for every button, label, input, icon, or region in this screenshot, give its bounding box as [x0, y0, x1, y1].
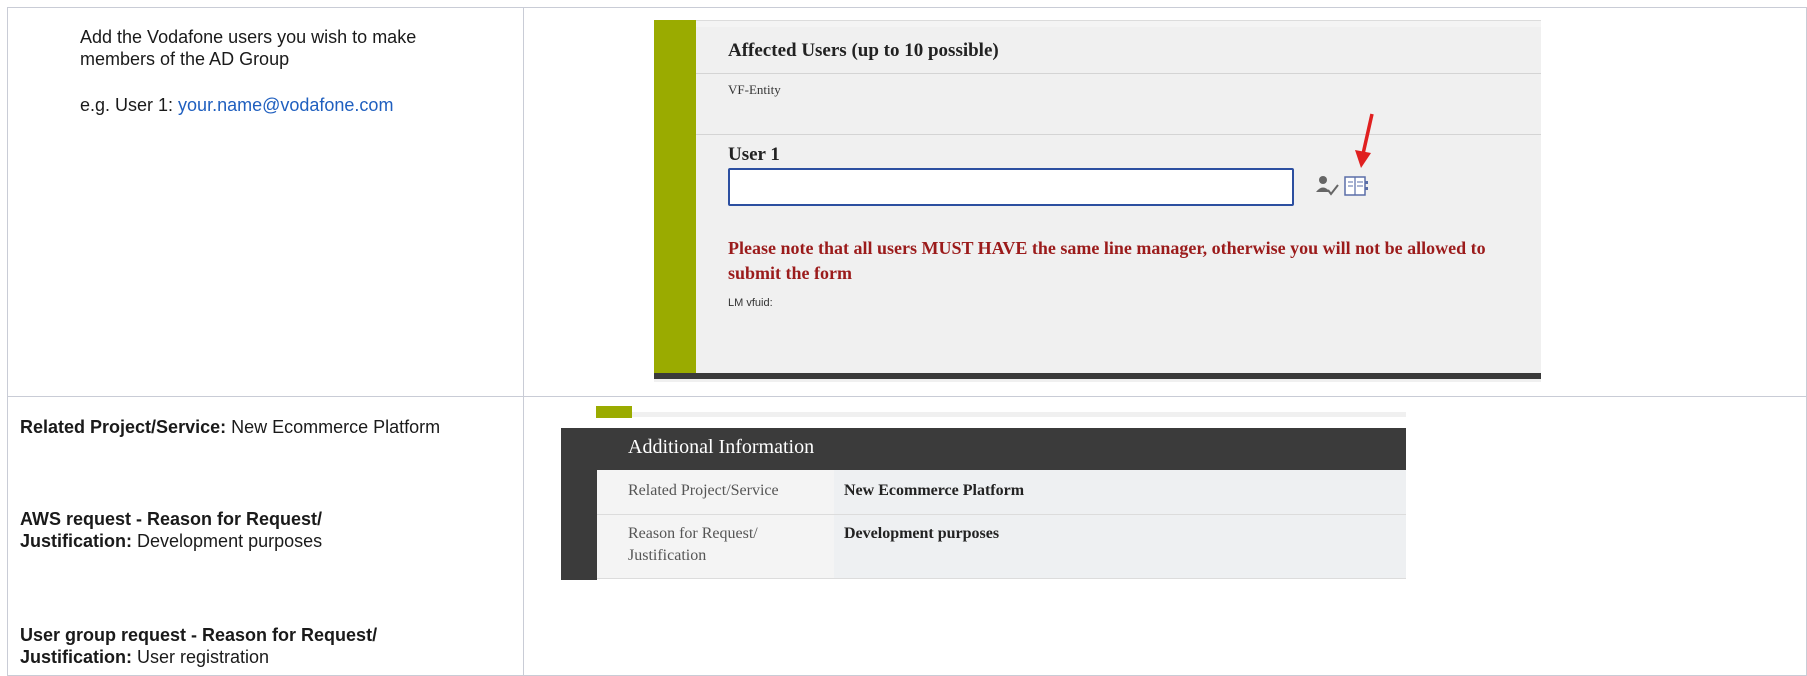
top-divider	[696, 20, 1541, 27]
left-bar	[561, 470, 597, 580]
stub-line	[632, 412, 1406, 417]
usergroup-line-2: Justification: User registration	[20, 646, 269, 668]
related-project-value: New Ecommerce Platform	[844, 482, 1025, 499]
related-project-label: Related Project/Service	[628, 482, 779, 499]
affected-users-title: Affected Users (up to 10 possible)	[728, 40, 999, 61]
example-line: e.g. User 1: your.name@vodafone.com	[80, 94, 393, 116]
accent-stub	[596, 406, 632, 418]
divider	[696, 134, 1541, 135]
additional-information-screenshot: Additional Information Related Project/S…	[561, 406, 1406, 580]
usergroup-value: User registration	[132, 647, 270, 667]
reason-value: Development purposes	[844, 525, 1000, 542]
affected-users-screenshot: Affected Users (up to 10 possible) VF-En…	[654, 20, 1541, 382]
project-label: Related Project/Service:	[20, 417, 227, 437]
vf-entity-label: VF-Entity	[728, 82, 781, 97]
accent-bar	[654, 20, 696, 373]
project-value: New Ecommerce Platform	[226, 417, 441, 437]
bottom-border	[654, 373, 1541, 379]
people-check-icon[interactable]	[1314, 173, 1340, 199]
reason-label-line-1: Reason for Request/	[628, 525, 758, 542]
red-arrow-pointer-icon	[1355, 113, 1374, 168]
aws-line-2: Justification: Development purposes	[20, 530, 322, 552]
aws-label-1: AWS request - Reason for Request/	[20, 509, 323, 529]
aws-label-2: Justification:	[20, 531, 133, 551]
usergroup-label-1: User group request - Reason for Request/	[20, 625, 378, 645]
lm-vfuid-label: LM vfuid:	[728, 297, 773, 309]
user1-input[interactable]	[728, 168, 1294, 206]
line-manager-warning: Please note that all users MUST HAVE the…	[728, 238, 1486, 283]
example-prefix: e.g. User 1:	[80, 95, 179, 115]
aws-label-line-1: AWS request - Reason for Request/	[20, 508, 322, 530]
divider	[696, 73, 1541, 74]
instruction-line-2: members of the AD Group	[80, 49, 290, 69]
additional-information-title: Additional Information	[628, 436, 815, 458]
instruction-line-1: Add the Vodafone users you wish to make	[80, 27, 417, 47]
usergroup-label-2: Justification:	[20, 647, 133, 667]
example-email-link[interactable]: your.name@vodafone.com	[178, 95, 393, 115]
usergroup-label-line-1: User group request - Reason for Request/	[20, 624, 377, 646]
project-line: Related Project/Service: New Ecommerce P…	[20, 416, 440, 438]
user1-label: User 1	[728, 144, 780, 165]
aws-value: Development purposes	[132, 531, 323, 551]
address-book-icon[interactable]	[1342, 173, 1370, 199]
reason-label-line-2: Justification	[628, 547, 707, 564]
